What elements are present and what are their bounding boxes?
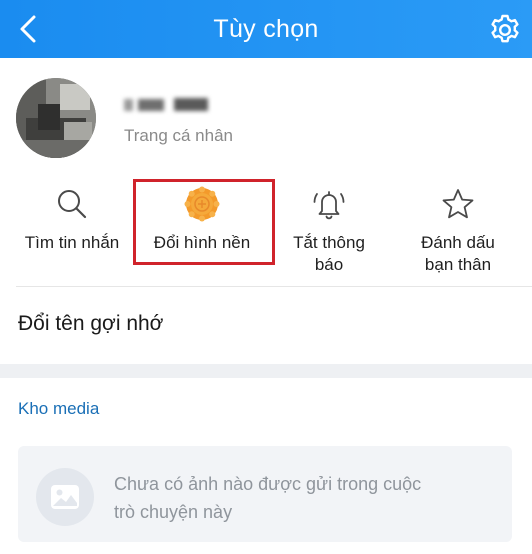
mark-best-friend-button[interactable]: Đánh dấu bạn thân [396, 172, 520, 286]
media-placeholder [36, 468, 94, 526]
search-messages-label: Tìm tin nhắn [24, 233, 120, 252]
bell-off-icon [313, 191, 345, 220]
settings-button[interactable] [486, 11, 524, 49]
avatar-photo [16, 78, 96, 158]
chevron-left-icon [20, 15, 36, 43]
media-section-title[interactable]: Kho media [18, 399, 99, 419]
media-empty-message: Chưa có ảnh nào được gửi trong cuộc trò … [114, 474, 422, 522]
image-icon [51, 485, 79, 509]
mute-notifications-label: Tắt thông báo [293, 233, 365, 274]
profile-section[interactable]: Trang cá nhân [0, 58, 532, 170]
search-messages-button[interactable]: Tìm tin nhắn [10, 172, 134, 286]
page-title: Tùy chọn [213, 14, 319, 43]
mute-notifications-button[interactable]: Tắt thông báo [266, 172, 392, 286]
avatar[interactable] [16, 78, 96, 158]
mark-best-friend-label: Đánh dấu bạn thân [421, 233, 495, 274]
star-icon [442, 189, 474, 219]
profile-subtitle: Trang cá nhân [124, 126, 233, 145]
highlight-box [133, 179, 275, 265]
media-empty-state: Chưa có ảnh nào được gửi trong cuộc trò … [18, 446, 512, 542]
search-icon [58, 190, 87, 219]
rename-nickname-item[interactable]: Đổi tên gợi nhớ [18, 312, 163, 336]
section-separator [0, 364, 532, 378]
back-button[interactable] [10, 11, 46, 47]
profile-name-redacted [124, 95, 224, 117]
header-bar: Tùy chọn [0, 0, 532, 58]
gear-icon [491, 14, 519, 43]
divider [16, 286, 532, 287]
